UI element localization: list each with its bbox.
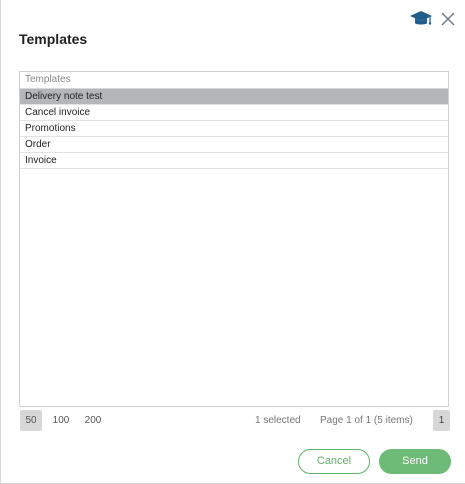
dialog-left-border	[0, 0, 1, 484]
page-button-1[interactable]: 1	[433, 410, 450, 431]
selected-count: 1 selected	[255, 415, 301, 426]
page-size-200[interactable]: 200	[81, 410, 105, 431]
pager: 50 100 200 1 selected Page 1 of 1 (5 ite…	[19, 410, 451, 431]
close-icon[interactable]	[440, 11, 456, 27]
graduation-cap-icon[interactable]	[409, 10, 433, 28]
table-row[interactable]: Cancel invoice	[20, 105, 448, 121]
table-row[interactable]: Order	[20, 137, 448, 153]
table-row[interactable]: Promotions	[20, 121, 448, 137]
page-size-50[interactable]: 50	[20, 410, 42, 431]
page-info: Page 1 of 1 (5 items)	[320, 415, 413, 426]
table-row[interactable]: Delivery note test	[20, 89, 448, 105]
table-row[interactable]: Invoice	[20, 153, 448, 169]
dialog-title: Templates	[19, 31, 88, 47]
cancel-button[interactable]: Cancel	[298, 449, 370, 474]
templates-grid: Templates Delivery note test Cancel invo…	[19, 71, 449, 407]
column-header-templates[interactable]: Templates	[20, 72, 448, 89]
send-button[interactable]: Send	[379, 449, 451, 474]
page-size-100[interactable]: 100	[49, 410, 73, 431]
